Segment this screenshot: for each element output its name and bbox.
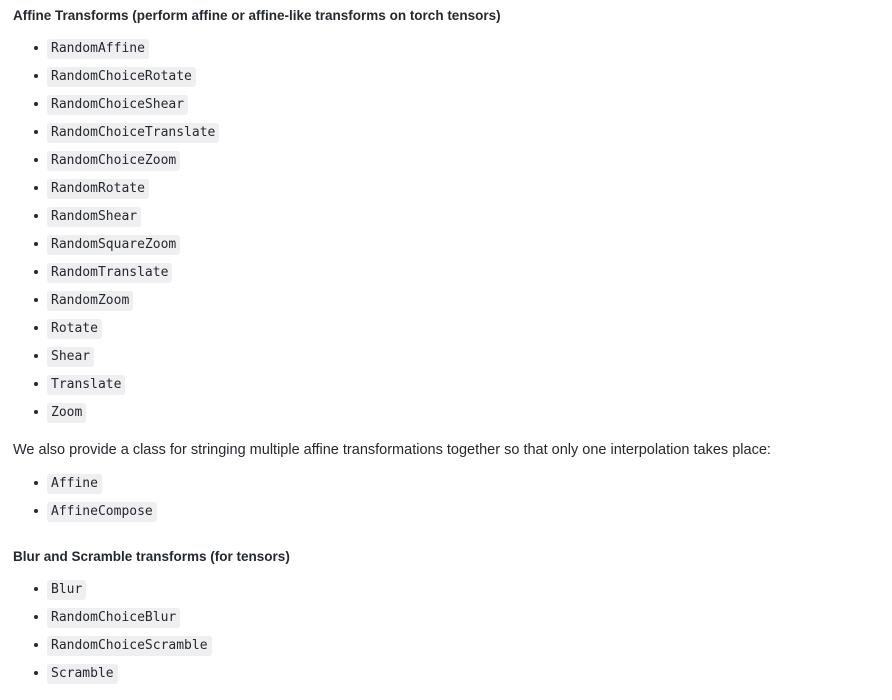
bullet-icon bbox=[34, 158, 38, 162]
list-item: RandomShear bbox=[13, 202, 879, 230]
bullet-icon bbox=[34, 242, 38, 246]
code-badge: Blur bbox=[47, 580, 87, 601]
code-badge: RandomSquareZoom bbox=[47, 235, 181, 256]
bullet-icon bbox=[34, 298, 38, 302]
bullet-icon bbox=[34, 354, 38, 358]
list-item: AffineCompose bbox=[13, 497, 879, 525]
bullet-icon bbox=[34, 102, 38, 106]
code-badge: RandomChoiceTranslate bbox=[47, 123, 220, 144]
bullet-icon bbox=[34, 130, 38, 134]
list-item: Affine bbox=[13, 469, 879, 497]
list-item: RandomChoiceBlur bbox=[13, 603, 879, 631]
bullet-icon bbox=[34, 214, 38, 218]
list-item: Zoom bbox=[13, 398, 879, 426]
code-badge: RandomChoiceShear bbox=[47, 95, 189, 116]
bullet-icon bbox=[34, 46, 38, 50]
affine-compose-list: Affine AffineCompose bbox=[13, 461, 879, 525]
bullet-icon bbox=[34, 410, 38, 414]
affine-transforms-list: RandomAffine RandomChoiceRotate RandomChoi… bbox=[13, 26, 879, 426]
bullet-icon bbox=[34, 382, 38, 386]
list-item: RandomAffine bbox=[13, 34, 879, 62]
blur-scramble-list: Blur RandomChoiceBlur RandomChoiceScramble… bbox=[13, 567, 879, 687]
document-page: Affine Transforms (perform affine or aff… bbox=[0, 0, 892, 687]
code-badge: RandomZoom bbox=[47, 291, 134, 312]
list-item: RandomChoiceZoom bbox=[13, 146, 879, 174]
bullet-icon bbox=[34, 643, 38, 647]
list-item: RandomChoiceScramble bbox=[13, 631, 879, 659]
code-badge: RandomShear bbox=[47, 207, 142, 228]
code-badge: RandomChoiceScramble bbox=[47, 636, 212, 657]
affine-compose-paragraph: We also provide a class for stringing mu… bbox=[13, 442, 771, 458]
code-badge: Affine bbox=[47, 474, 102, 495]
list-item: Shear bbox=[13, 342, 879, 370]
bullet-icon bbox=[34, 481, 38, 485]
list-item: RandomChoiceRotate bbox=[13, 62, 879, 90]
bullet-icon bbox=[34, 671, 38, 675]
list-item: RandomRotate bbox=[13, 174, 879, 202]
code-badge: Scramble bbox=[47, 664, 118, 685]
list-item: Blur bbox=[13, 575, 879, 603]
blur-scramble-heading: Blur and Scramble transforms (for tensor… bbox=[13, 549, 290, 564]
bullet-icon bbox=[34, 74, 38, 78]
bullet-icon bbox=[34, 326, 38, 330]
bullet-icon bbox=[34, 587, 38, 591]
list-item: Translate bbox=[13, 370, 879, 398]
code-badge: Zoom bbox=[47, 403, 87, 424]
code-badge: RandomRotate bbox=[47, 179, 149, 200]
bullet-icon bbox=[34, 615, 38, 619]
bullet-icon bbox=[34, 186, 38, 190]
bullet-icon bbox=[34, 270, 38, 274]
list-item: RandomChoiceTranslate bbox=[13, 118, 879, 146]
list-item: Rotate bbox=[13, 314, 879, 342]
code-badge: RandomTranslate bbox=[47, 263, 173, 284]
code-badge: RandomAffine bbox=[47, 39, 149, 60]
list-item: Scramble bbox=[13, 659, 879, 687]
code-badge: Translate bbox=[47, 375, 126, 396]
bullet-icon bbox=[34, 509, 38, 513]
list-item: RandomTranslate bbox=[13, 258, 879, 286]
code-badge: Shear bbox=[47, 347, 95, 368]
affine-transforms-heading: Affine Transforms (perform affine or aff… bbox=[13, 8, 501, 23]
list-item: RandomZoom bbox=[13, 286, 879, 314]
code-badge: RandomChoiceBlur bbox=[47, 608, 181, 629]
code-badge: RandomChoiceRotate bbox=[47, 67, 196, 88]
code-badge: RandomChoiceZoom bbox=[47, 151, 181, 172]
list-item: RandomChoiceShear bbox=[13, 90, 879, 118]
list-item: RandomSquareZoom bbox=[13, 230, 879, 258]
code-badge: Rotate bbox=[47, 319, 102, 340]
code-badge: AffineCompose bbox=[47, 502, 157, 523]
